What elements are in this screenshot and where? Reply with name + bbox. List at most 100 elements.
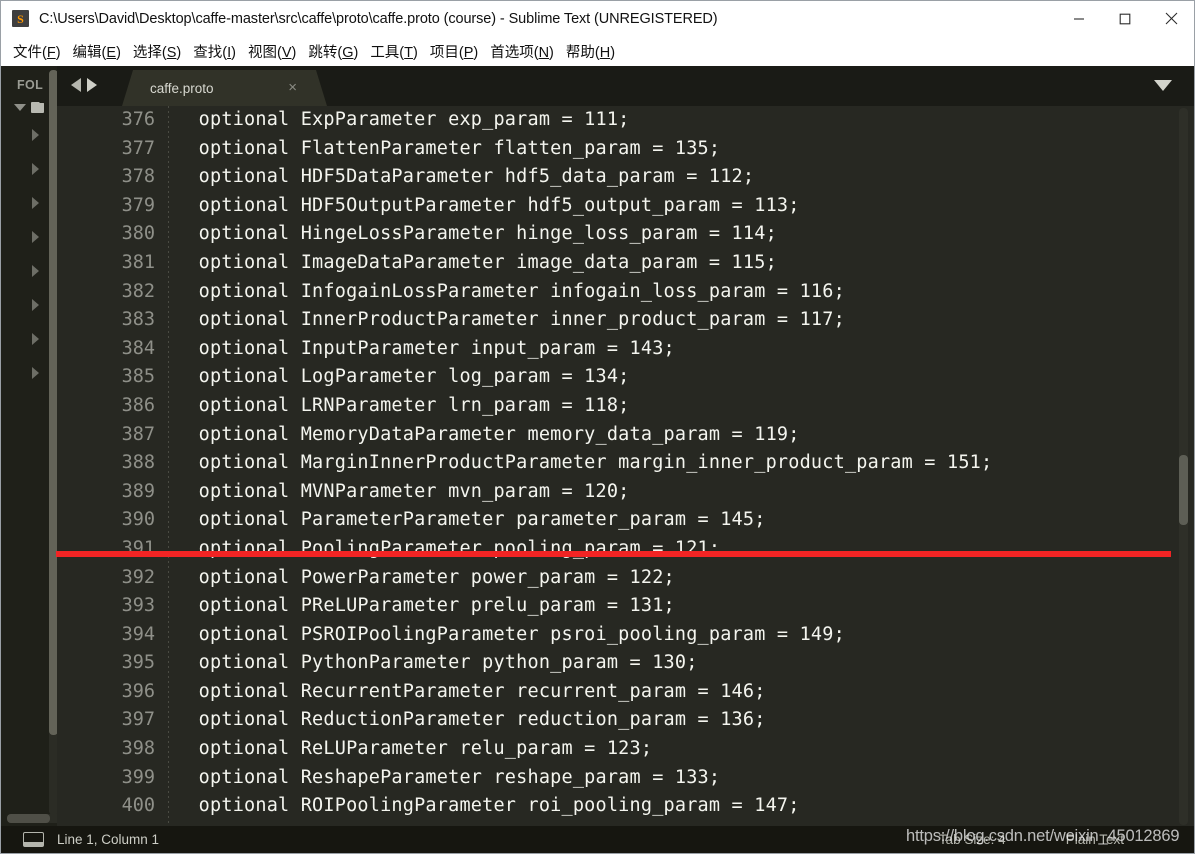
line-number: 393 — [121, 595, 155, 617]
sidebar-horizontal-scrollbar-thumb[interactable] — [7, 814, 50, 823]
sidebar-vertical-scrollbar[interactable] — [49, 70, 57, 815]
line-number: 392 — [121, 566, 155, 588]
code-line[interactable]: optional LogParameter log_param = 134; — [176, 363, 1186, 392]
code-line[interactable]: optional LRNParameter lrn_param = 118; — [176, 392, 1186, 421]
menu-item-project[interactable]: 项目(P) — [424, 38, 484, 65]
code-line[interactable]: optional ReLUParameter relu_param = 123; — [176, 735, 1186, 764]
code-line[interactable]: optional MarginInnerProductParameter mar… — [176, 449, 1186, 478]
code-line[interactable]: optional InnerProductParameter inner_pro… — [176, 306, 1186, 335]
code-line[interactable]: optional HDF5DataParameter hdf5_data_par… — [176, 163, 1186, 192]
menu-item-view[interactable]: 视图(V) — [242, 38, 302, 65]
sidebar-vertical-scrollbar-thumb[interactable] — [49, 70, 57, 735]
line-number: 381 — [121, 251, 155, 273]
code-line[interactable]: optional InputParameter input_param = 14… — [176, 335, 1186, 364]
code-line[interactable]: optional FlattenParameter flatten_param … — [176, 135, 1186, 164]
title-bar: S C:\Users\David\Desktop\caffe-master\sr… — [1, 1, 1194, 36]
code-line[interactable]: optional MemoryDataParameter memory_data… — [176, 421, 1186, 450]
chevron-right-icon[interactable] — [32, 367, 39, 379]
chevron-right-icon[interactable] — [32, 197, 39, 209]
chevron-right-icon[interactable] — [32, 265, 39, 277]
tab-close-icon[interactable]: × — [288, 80, 297, 95]
editor-vertical-scrollbar-thumb[interactable] — [1179, 455, 1188, 525]
menu-item-find[interactable]: 查找(I) — [187, 38, 242, 65]
code-line[interactable]: optional ExpParameter exp_param = 111; — [176, 106, 1186, 135]
chevron-right-icon[interactable] — [32, 129, 39, 141]
code-line[interactable]: optional ImageDataParameter image_data_p… — [176, 249, 1186, 278]
sidebar-tree-item[interactable] — [32, 366, 46, 380]
sidebar-tree-item[interactable] — [32, 264, 46, 278]
line-number: 400 — [121, 795, 155, 817]
red-annotation-line — [56, 551, 1171, 557]
panel-toggle-icon[interactable] — [23, 832, 44, 847]
line-number: 387 — [121, 423, 155, 445]
line-number: 382 — [121, 280, 155, 302]
line-number: 399 — [121, 766, 155, 788]
minimize-button[interactable] — [1056, 1, 1102, 36]
code-line[interactable]: optional ReshapeParameter reshape_param … — [176, 764, 1186, 793]
code-line[interactable]: optional MVNParameter mvn_param = 120; — [176, 478, 1186, 507]
line-number: 386 — [121, 394, 155, 416]
chevron-right-icon[interactable] — [32, 333, 39, 345]
line-number: 396 — [121, 680, 155, 702]
line-number: 391 — [121, 537, 155, 559]
line-number: 379 — [121, 194, 155, 216]
arrow-right-icon[interactable] — [87, 78, 97, 92]
code-line[interactable]: optional PSROIPoolingParameter psroi_poo… — [176, 621, 1186, 650]
menu-item-selection[interactable]: 选择(S) — [127, 38, 187, 65]
code-editor[interactable]: 376 377 378 379 380 381 382 383 384 385 386 387 388 3… — [57, 106, 1194, 827]
workspace: FOL caffe.proto × 376 377 378 379 380 38… — [1, 66, 1194, 827]
line-number: 388 — [121, 452, 155, 474]
line-number: 394 — [121, 623, 155, 645]
tab-caffe-proto[interactable]: caffe.proto × — [122, 70, 327, 106]
menu-item-tools[interactable]: 工具(T) — [364, 38, 424, 65]
line-number: 395 — [121, 652, 155, 674]
window-controls — [1056, 1, 1194, 36]
line-number: 390 — [121, 509, 155, 531]
code-line[interactable]: optional PReLUParameter prelu_param = 13… — [176, 592, 1186, 621]
chevron-down-icon[interactable] — [1154, 80, 1172, 91]
cursor-position-label: Line 1, Column 1 — [57, 832, 160, 847]
sidebar-tree-item[interactable] — [32, 196, 46, 210]
chevron-right-icon[interactable] — [32, 163, 39, 175]
menu-item-edit[interactable]: 编辑(E) — [67, 38, 127, 65]
chevron-down-icon[interactable] — [14, 104, 26, 111]
code-content[interactable]: optional ExpParameter exp_param = 111; o… — [176, 106, 1186, 827]
code-line[interactable]: optional PythonParameter python_param = … — [176, 649, 1186, 678]
tab-bar: caffe.proto × — [57, 66, 1194, 106]
line-number: 398 — [121, 738, 155, 760]
code-line[interactable]: optional PowerParameter power_param = 12… — [176, 564, 1186, 593]
sidebar-tree-item[interactable] — [32, 332, 46, 346]
menu-item-file[interactable]: 文件(F) — [7, 38, 67, 65]
code-line[interactable]: optional ParameterParameter parameter_pa… — [176, 506, 1186, 535]
menu-item-preferences[interactable]: 首选项(N) — [484, 38, 560, 65]
code-line[interactable]: optional ROIPoolingParameter roi_pooling… — [176, 792, 1186, 821]
code-line[interactable]: optional PoolingParameter pooling_param … — [176, 535, 1186, 564]
sidebar-tree-item[interactable] — [32, 162, 46, 176]
chevron-right-icon[interactable] — [32, 231, 39, 243]
sidebar-horizontal-scrollbar[interactable] — [7, 814, 57, 823]
line-number: 377 — [121, 137, 155, 159]
sidebar-tree-item[interactable] — [32, 230, 46, 244]
menu-bar: 文件(F) 编辑(E) 选择(S) 查找(I) 视图(V) 跳转(G) 工具(T… — [1, 36, 1194, 66]
chevron-right-icon[interactable] — [32, 299, 39, 311]
close-button[interactable] — [1148, 1, 1194, 36]
maximize-button[interactable] — [1102, 1, 1148, 36]
sidebar-tree-item[interactable] — [32, 298, 46, 312]
sidebar-tree-item[interactable] — [32, 128, 46, 142]
editor-vertical-scrollbar[interactable] — [1179, 108, 1188, 825]
arrow-left-icon[interactable] — [71, 78, 81, 92]
menu-item-help[interactable]: 帮助(H) — [560, 38, 621, 65]
code-line[interactable]: optional ReductionParameter reduction_pa… — [176, 706, 1186, 735]
side-bar[interactable]: FOL — [1, 66, 57, 827]
sidebar-folder-root[interactable] — [14, 102, 44, 113]
watermark-text: https://blog.csdn.net/weixin_45012869 — [906, 827, 1180, 845]
tab-label: caffe.proto — [150, 80, 214, 96]
menu-item-goto[interactable]: 跳转(G) — [302, 38, 364, 65]
folder-icon — [31, 102, 44, 113]
code-line[interactable]: optional HDF5OutputParameter hdf5_output… — [176, 192, 1186, 221]
code-line[interactable]: optional InfogainLossParameter infogain_… — [176, 278, 1186, 307]
line-number: 384 — [121, 337, 155, 359]
code-line[interactable]: optional HingeLossParameter hinge_loss_p… — [176, 220, 1186, 249]
code-line[interactable]: optional RecurrentParameter recurrent_pa… — [176, 678, 1186, 707]
line-number: 397 — [121, 709, 155, 731]
